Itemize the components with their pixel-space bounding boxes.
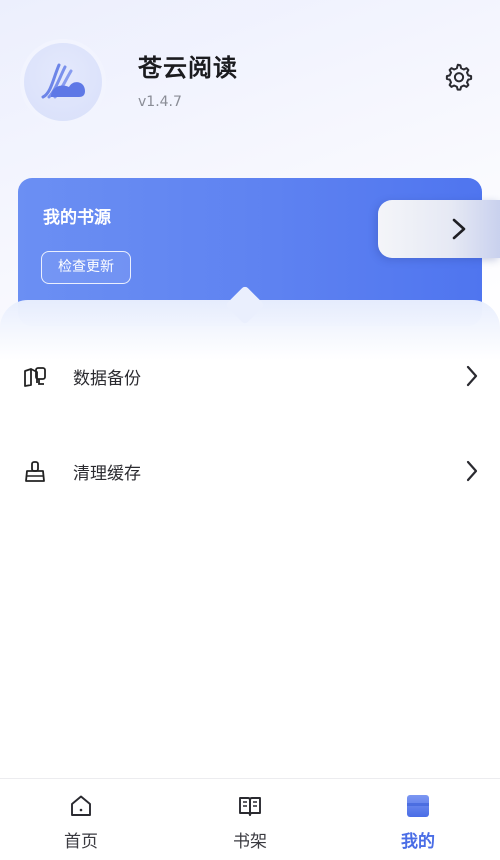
menu-item-label: 数据备份	[73, 369, 141, 389]
gear-icon[interactable]	[444, 62, 474, 92]
tab-label: 我的	[401, 832, 435, 852]
app-logo-icon	[41, 63, 85, 99]
check-update-button[interactable]: 检查更新	[41, 251, 131, 284]
tab-mine[interactable]: 我的	[358, 779, 478, 860]
chevron-right-icon	[466, 460, 478, 482]
menu-item-label: 清理缓存	[73, 464, 141, 484]
chevron-right-icon	[466, 365, 478, 387]
broom-icon	[25, 461, 45, 482]
app-header: 苍云阅读 v1.4.7	[0, 0, 500, 170]
backup-icon	[24, 367, 46, 387]
menu-item-data-backup[interactable]: 数据备份	[0, 330, 500, 422]
chevron-right-icon	[452, 218, 466, 240]
tab-label: 书架	[233, 832, 267, 852]
tab-bookshelf[interactable]: 书架	[190, 779, 310, 860]
tab-home[interactable]: 首页	[21, 779, 141, 860]
book-icon	[239, 797, 261, 816]
book-source-open-button[interactable]	[378, 200, 500, 258]
home-icon	[71, 795, 91, 816]
app-avatar[interactable]	[24, 43, 102, 121]
book-source-title: 我的书源	[43, 208, 111, 228]
app-title: 苍云阅读	[138, 54, 238, 82]
tab-label: 首页	[64, 832, 98, 852]
bottom-navigation: 首页 书架 我的	[0, 778, 500, 860]
menu-item-clear-cache[interactable]: 清理缓存	[0, 425, 500, 517]
profile-icon	[407, 795, 429, 817]
app-version: v1.4.7	[138, 94, 182, 110]
